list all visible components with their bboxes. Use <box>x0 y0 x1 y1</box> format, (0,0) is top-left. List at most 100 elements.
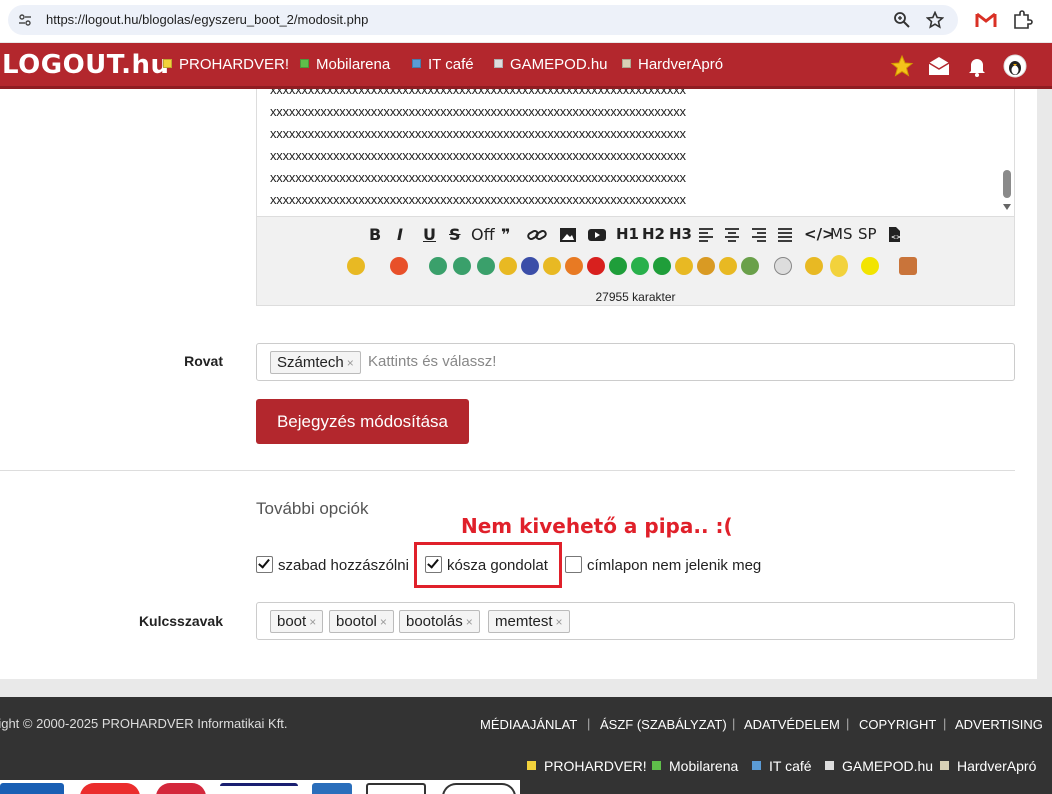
keyword-tag[interactable]: boot × <box>270 610 324 633</box>
keywords-input[interactable]: boot × bootol × bootolás × memtest × <box>256 602 1015 640</box>
remove-tag-icon[interactable]: × <box>309 615 316 629</box>
payment-logos-strip <box>0 780 520 794</box>
smiley-icon[interactable] <box>543 257 561 275</box>
tune-icon[interactable] <box>18 13 32 27</box>
nav-link-prohardver[interactable]: PROHARDVER! <box>163 56 289 73</box>
remove-tag-icon[interactable]: × <box>347 356 354 370</box>
address-bar[interactable]: https://logout.hu/blogolas/egyszeru_boot… <box>8 5 958 35</box>
bell-icon[interactable] <box>965 54 989 78</box>
site-logo[interactable]: LOGOUT.hu <box>2 50 169 80</box>
hide-from-frontpage-checkbox[interactable] <box>565 556 582 573</box>
scroll-down-arrow-icon[interactable] <box>1003 204 1011 210</box>
smiley-icon[interactable] <box>861 257 879 275</box>
footer-link-adatvedelem[interactable]: ADATVÉDELEM <box>744 717 840 732</box>
smiley-icon[interactable] <box>899 257 917 275</box>
nav-link-hardverapro[interactable]: HardverApró <box>622 56 723 73</box>
allow-comments-checkbox[interactable] <box>256 556 273 573</box>
remove-tag-icon[interactable]: × <box>466 615 473 629</box>
bold-button[interactable]: B <box>369 225 381 244</box>
annotation-highlight-box <box>414 542 562 588</box>
ms-button[interactable]: MS <box>830 225 852 243</box>
footer-site-mobilarena[interactable]: Mobilarena <box>652 758 738 774</box>
sp-button[interactable]: SP <box>858 225 877 243</box>
h3-button[interactable]: H3 <box>669 225 692 243</box>
smiley-icon[interactable] <box>774 257 792 275</box>
color-square-icon <box>300 59 309 68</box>
smiley-icon[interactable] <box>741 257 759 275</box>
editor-scrollbar-thumb[interactable] <box>1003 170 1011 198</box>
source-file-icon[interactable]: <> <box>888 226 901 243</box>
url-text[interactable]: https://logout.hu/blogolas/egyszeru_boot… <box>46 12 368 27</box>
smiley-icon[interactable] <box>453 257 471 275</box>
footer-site-prohardver[interactable]: PROHARDVER! <box>527 758 647 774</box>
smiley-icon[interactable] <box>521 257 539 275</box>
footer-link-aszf[interactable]: ÁSZF (SZABÁLYZAT) <box>600 717 727 732</box>
payment-card-icon <box>442 783 516 794</box>
gmail-icon[interactable] <box>975 10 997 30</box>
rovat-select[interactable]: Számtech × Kattints és válassz! <box>256 343 1015 381</box>
smiley-icon[interactable] <box>609 257 627 275</box>
underline-button[interactable]: U <box>423 225 436 244</box>
footer-link-advertising[interactable]: ADVERTISING <box>955 717 1043 732</box>
visa-icon <box>220 783 298 794</box>
nav-link-itcafe[interactable]: IT café <box>412 56 474 73</box>
remove-tag-icon[interactable]: × <box>556 615 563 629</box>
avatar[interactable] <box>1003 54 1027 78</box>
smiley-icon[interactable] <box>830 255 848 277</box>
align-right-icon[interactable] <box>752 228 766 242</box>
color-square-icon <box>527 761 536 770</box>
smiley-icon[interactable] <box>347 257 365 275</box>
video-icon[interactable] <box>587 228 607 242</box>
zoom-icon[interactable] <box>893 11 911 29</box>
smiley-icon[interactable] <box>565 257 583 275</box>
hide-from-frontpage-label[interactable]: címlapon nem jelenik meg <box>587 557 761 574</box>
mail-icon[interactable] <box>927 54 951 78</box>
nav-link-mobilarena[interactable]: Mobilarena <box>300 56 390 73</box>
smiley-icon[interactable] <box>719 257 737 275</box>
smiley-icon[interactable] <box>653 257 671 275</box>
footer-separator: | <box>732 716 736 731</box>
angry-smiley-icon[interactable] <box>390 257 408 275</box>
smiley-icon[interactable] <box>499 257 517 275</box>
footer-separator: | <box>587 716 591 731</box>
favorites-star-icon[interactable] <box>890 54 914 78</box>
smiley-icon[interactable] <box>477 257 495 275</box>
extensions-icon[interactable] <box>1011 10 1033 30</box>
smiley-icon[interactable] <box>429 257 447 275</box>
italic-button[interactable]: I <box>397 225 403 244</box>
keyword-tag[interactable]: memtest × <box>488 610 570 633</box>
footer-site-gamepod[interactable]: GAMEPOD.hu <box>825 758 933 774</box>
remove-tag-icon[interactable]: × <box>380 615 387 629</box>
h1-button[interactable]: H1 <box>616 225 639 243</box>
align-left-icon[interactable] <box>699 228 713 242</box>
footer-site-hardverapro[interactable]: HardverApró <box>940 758 1036 774</box>
justify-icon[interactable] <box>778 228 792 242</box>
off-button[interactable]: Off <box>471 225 495 244</box>
update-post-button[interactable]: Bejegyzés módosítása <box>256 399 469 444</box>
color-square-icon <box>940 761 949 770</box>
editor-toolbar: B I U S Off ❞ H1 H2 H3 </> MS SP <> 2795… <box>256 216 1015 306</box>
smiley-icon[interactable] <box>631 257 649 275</box>
allow-comments-label[interactable]: szabad hozzászólni <box>278 557 409 574</box>
color-square-icon <box>652 761 661 770</box>
strike-button[interactable]: S <box>449 225 461 244</box>
footer-site-itcafe[interactable]: IT café <box>752 758 812 774</box>
color-square-icon <box>494 59 503 68</box>
keyword-tag[interactable]: bootolás × <box>399 610 480 633</box>
star-icon[interactable] <box>926 11 944 29</box>
category-tag[interactable]: Számtech × <box>270 351 361 374</box>
footer-link-mediaajanlat[interactable]: MÉDIAAJÁNLAT <box>480 717 577 732</box>
nav-link-gamepod[interactable]: GAMEPOD.hu <box>494 56 608 73</box>
keyword-tag[interactable]: bootol × <box>329 610 394 633</box>
align-center-icon[interactable] <box>725 228 739 242</box>
h2-button[interactable]: H2 <box>642 225 665 243</box>
smiley-icon[interactable] <box>587 257 605 275</box>
link-icon[interactable] <box>527 227 547 243</box>
smiley-icon[interactable] <box>697 257 715 275</box>
post-body-textarea[interactable]: xxxxxxxxxxxxxxxxxxxxxxxxxxxxxxxxxxxxxxxx… <box>256 89 1015 216</box>
quote-button[interactable]: ❞ <box>501 225 510 244</box>
smiley-icon[interactable] <box>675 257 693 275</box>
smiley-icon[interactable] <box>805 257 823 275</box>
footer-link-copyright[interactable]: COPYRIGHT <box>859 717 936 732</box>
image-icon[interactable] <box>559 227 577 243</box>
